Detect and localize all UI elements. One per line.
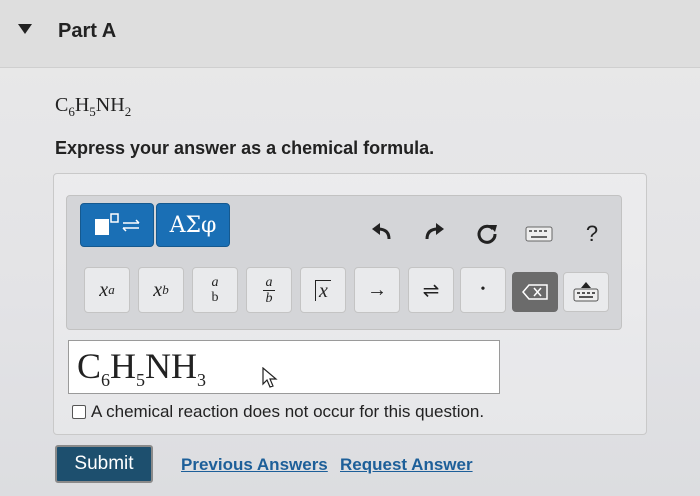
backspace-button[interactable]: [512, 272, 558, 312]
keyboard-icon[interactable]: [524, 224, 554, 244]
reset-icon[interactable]: [472, 218, 502, 248]
no-reaction-checkbox[interactable]: A chemical reaction does not occur for t…: [72, 402, 484, 422]
greek-symbols-button[interactable]: ΑΣφ: [156, 203, 230, 247]
keyboard-toggle-button[interactable]: [563, 272, 609, 312]
no-reaction-label: A chemical reaction does not occur for t…: [91, 402, 485, 421]
help-button[interactable]: ?: [580, 220, 604, 248]
equilibrium-arrow-button[interactable]: ⇌: [408, 267, 454, 313]
request-answer-link[interactable]: Request Answer: [340, 455, 473, 475]
part-header[interactable]: Part A: [0, 0, 700, 68]
part-title: Part A: [58, 20, 117, 42]
checkbox-box[interactable]: [72, 405, 86, 419]
fraction-bar-button[interactable]: ab: [246, 267, 292, 313]
question-formula: C6H5NH2: [55, 94, 132, 119]
redo-icon[interactable]: [420, 218, 450, 246]
answer-input[interactable]: C6H5NH3: [68, 340, 500, 394]
templates-icon: [95, 213, 140, 235]
collapse-caret-icon[interactable]: [18, 24, 32, 34]
backspace-icon: [522, 284, 548, 300]
undo-icon[interactable]: [366, 218, 396, 246]
fraction-button[interactable]: ab: [192, 267, 238, 313]
templates-button[interactable]: [80, 203, 154, 247]
submit-button[interactable]: Submit: [55, 445, 153, 483]
subscript-button[interactable]: xb: [138, 267, 184, 313]
dot-button[interactable]: •: [460, 267, 506, 313]
instructions: Express your answer as a chemical formul…: [55, 138, 435, 158]
reaction-arrow-button[interactable]: →: [354, 267, 400, 313]
overline-button[interactable]: x: [300, 267, 346, 313]
keyboard-icon: [573, 288, 599, 302]
mouse-pointer-icon: [262, 366, 278, 394]
previous-answers-link[interactable]: Previous Answers: [181, 455, 328, 475]
superscript-button[interactable]: xa: [84, 267, 130, 313]
